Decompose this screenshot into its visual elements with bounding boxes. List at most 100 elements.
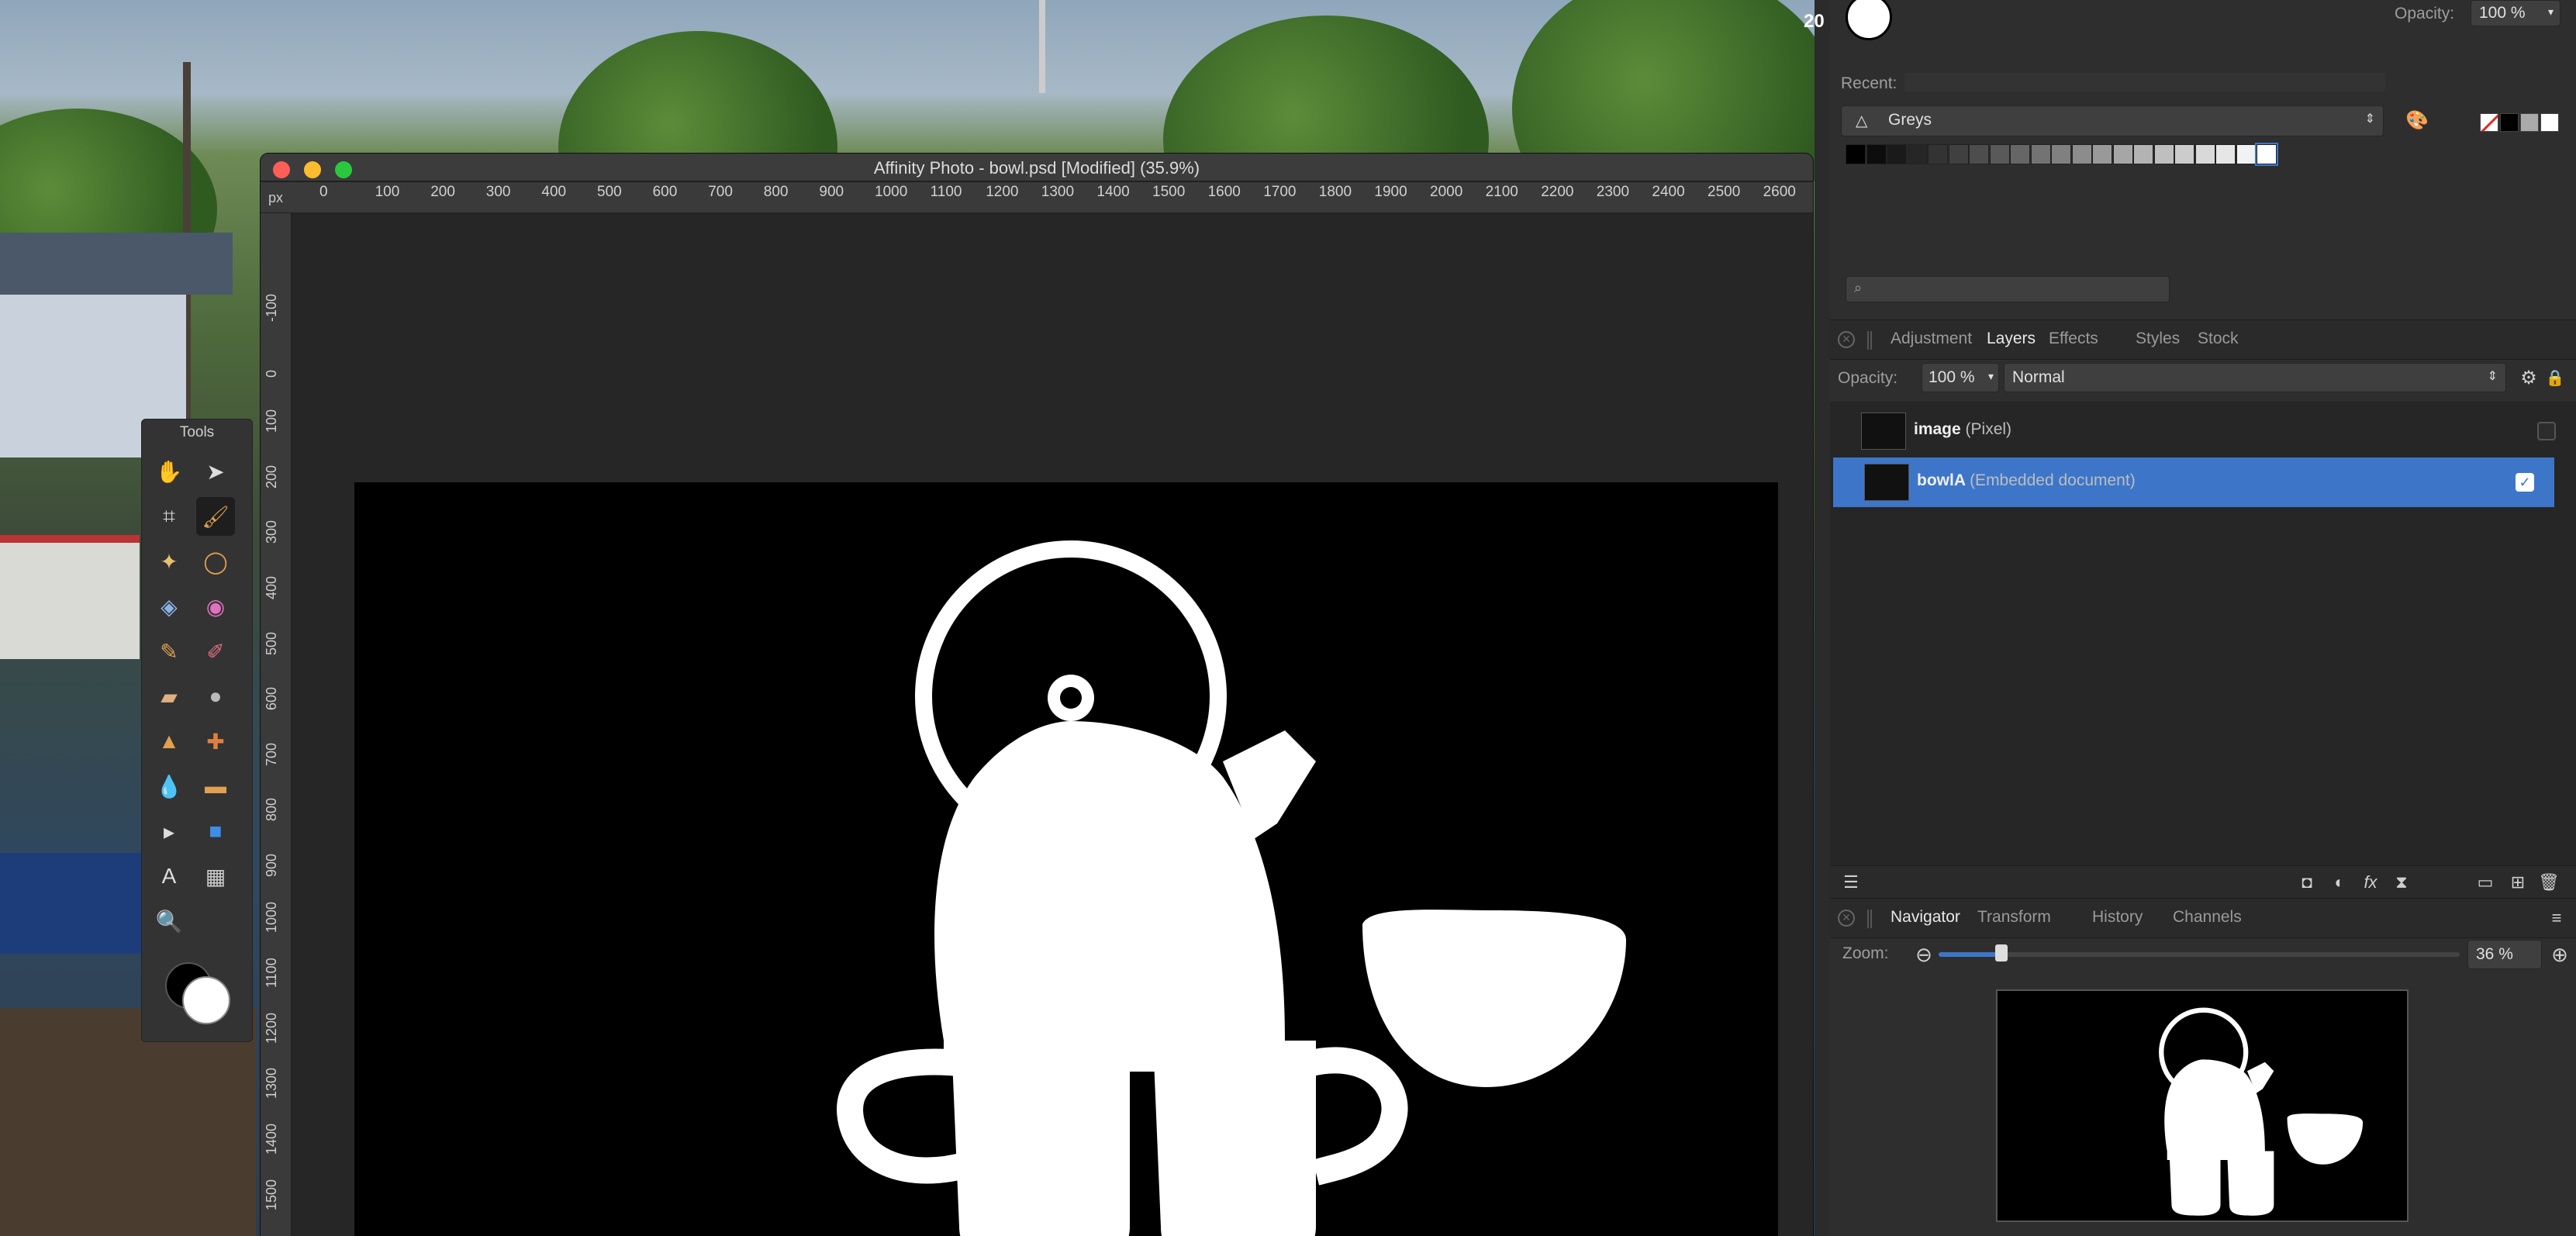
studio-panels: 20 Opacity: 100 % ▾ Recent: △ Greys ⇕ 🎨 …: [1804, 0, 2576, 1236]
burn-brush-icon[interactable]: ●: [196, 677, 235, 716]
color-swatch[interactable]: [2236, 144, 2257, 164]
fill-tool-icon[interactable]: ◈: [150, 587, 188, 626]
tab-transform[interactable]: Transform: [1977, 908, 2051, 927]
ruler-tick-label: 1700: [1263, 184, 1297, 200]
zoom-value: 36 %: [2476, 945, 2513, 963]
zoom-slider[interactable]: [1939, 944, 2460, 962]
gear-icon[interactable]: ⚙: [2517, 366, 2540, 389]
hand-tool-icon[interactable]: ✋: [150, 452, 188, 491]
color-swatch[interactable]: [2153, 144, 2174, 164]
color-swatch[interactable]: [1866, 144, 1887, 164]
layer-row[interactable]: bowlA (Embedded document) ✓: [1833, 457, 2554, 507]
tab-history[interactable]: History: [2092, 908, 2143, 927]
tab-layers[interactable]: Layers: [1987, 330, 2036, 348]
tab-channels[interactable]: Channels: [2173, 908, 2242, 927]
color-swatch[interactable]: [1948, 144, 1969, 164]
color-swatch[interactable]: [1907, 144, 1928, 164]
color-swatch[interactable]: [2112, 144, 2133, 164]
node-tool-icon[interactable]: ▸: [150, 812, 188, 851]
zoom-tool-icon[interactable]: 🔍: [150, 902, 188, 941]
color-swatch[interactable]: [1887, 144, 1907, 164]
color-picker-icon[interactable]: ◉: [196, 587, 235, 626]
tab-stock[interactable]: Stock: [2198, 330, 2239, 348]
tab-effects[interactable]: Effects: [2049, 330, 2098, 348]
crop-tool-icon[interactable]: ⌗: [150, 497, 188, 536]
vertical-ruler[interactable]: -100 0 100 200 300 400 500 600 700 800 900 1000 1100…: [261, 213, 292, 1236]
adjustment-layer-icon[interactable]: ◐: [2328, 871, 2351, 894]
panel-grip-icon[interactable]: [1867, 331, 1872, 350]
panel-grip-icon[interactable]: [1867, 910, 1872, 928]
secondary-color-well[interactable]: [182, 976, 230, 1024]
color-swatch[interactable]: [2255, 143, 2278, 166]
tab-styles[interactable]: Styles: [2136, 330, 2180, 348]
freehand-select-icon[interactable]: ◯: [196, 542, 235, 581]
fx-layer-icon[interactable]: fx: [2359, 871, 2382, 894]
zoom-out-icon[interactable]: ⊖: [1912, 943, 1935, 966]
trash-icon[interactable]: 🗑: [2537, 871, 2560, 894]
color-swatch[interactable]: [1969, 144, 1989, 164]
ruler-tick-label: 1300: [1041, 184, 1075, 200]
layer-row[interactable]: image (Pixel): [1830, 406, 2576, 456]
navigator-preview[interactable]: [1996, 989, 2409, 1222]
palette-options-icon[interactable]: 🎨: [2405, 109, 2429, 132]
tab-navigator[interactable]: Navigator: [1891, 908, 1960, 927]
panel-menu-icon[interactable]: ≡: [2545, 906, 2568, 930]
artboard[interactable]: [354, 482, 1778, 1236]
selection-brush-icon[interactable]: 🖌: [196, 497, 235, 536]
close-panel-icon[interactable]: ✕: [1838, 910, 1855, 927]
color-swatch[interactable]: [1846, 144, 1866, 164]
blur-brush-icon[interactable]: 💧: [150, 767, 188, 806]
layer-visibility-checkbox[interactable]: [2537, 422, 2556, 440]
rectangle-tool-icon[interactable]: ■: [196, 812, 235, 851]
horizontal-ruler[interactable]: px 0 100 200 300 400 500 600 700 800 900 1000 1100 1…: [261, 182, 1813, 213]
color-replacement-icon[interactable]: ✐: [196, 632, 235, 671]
color-swatch[interactable]: [2051, 144, 2071, 164]
clone-brush-icon[interactable]: ▲: [150, 722, 188, 761]
artwork: [837, 540, 1626, 1236]
color-swatch[interactable]: [1928, 144, 1948, 164]
opacity-dropdown[interactable]: 100 % ▾: [2471, 0, 2560, 26]
flood-select-icon[interactable]: ✦: [150, 542, 188, 581]
color-swatch[interactable]: [2030, 144, 2051, 164]
canvas-area[interactable]: [292, 214, 1813, 1236]
white-swatch[interactable]: [2540, 113, 2559, 132]
zoom-slider-thumb[interactable]: [1994, 944, 2008, 962]
move-tool-icon[interactable]: ➤: [196, 452, 235, 491]
tab-adjustment[interactable]: Adjustment: [1891, 330, 1972, 348]
text-tool-icon[interactable]: A: [150, 857, 188, 896]
color-swatch[interactable]: [2174, 144, 2194, 164]
layer-opacity-dropdown[interactable]: 100 % ▾: [1922, 363, 1999, 392]
inpainting-brush-icon[interactable]: ▬: [196, 767, 235, 806]
mask-layer-icon[interactable]: ◘: [2295, 871, 2319, 894]
group-layers-icon[interactable]: ▭: [2474, 871, 2497, 894]
close-panel-icon[interactable]: ✕: [1838, 331, 1855, 348]
zoom-in-icon[interactable]: ⊕: [2548, 943, 2571, 966]
no-color-swatch[interactable]: [2480, 113, 2498, 132]
paint-brush-icon[interactable]: ✎: [150, 632, 188, 671]
grey-swatch[interactable]: [2520, 113, 2539, 132]
color-swatch[interactable]: [2133, 144, 2153, 164]
color-swatch[interactable]: [2092, 144, 2112, 164]
live-filter-icon[interactable]: ⧗: [2390, 871, 2413, 894]
window-titlebar[interactable]: Affinity Photo - bowl.psd [Modified] (35…: [261, 154, 1813, 181]
black-swatch[interactable]: [2500, 113, 2519, 132]
color-swatch[interactable]: [2010, 144, 2030, 164]
add-layer-icon[interactable]: ⊞: [2506, 871, 2529, 894]
palette-dropdown[interactable]: △ Greys ⇕: [1841, 105, 2384, 136]
layers-stack-icon[interactable]: ☰: [1839, 871, 1863, 894]
blend-mode-dropdown[interactable]: Normal ⇕: [2004, 363, 2506, 392]
layer-visibility-checkbox[interactable]: ✓: [2516, 473, 2534, 492]
search-field[interactable]: ⌕: [1846, 276, 2170, 302]
blend-mode-value: Normal: [2012, 368, 2065, 386]
color-swatch[interactable]: [1989, 144, 2010, 164]
left-mug-handle: [837, 1048, 971, 1184]
color-preview[interactable]: [1846, 0, 1892, 40]
color-swatch[interactable]: [2194, 144, 2215, 164]
color-swatch[interactable]: [2215, 144, 2236, 164]
zoom-value-field[interactable]: 36 %: [2467, 940, 2542, 969]
lock-icon[interactable]: 🔒: [2543, 366, 2567, 389]
healing-brush-icon[interactable]: ✚: [196, 722, 235, 761]
color-swatch[interactable]: [2071, 144, 2092, 164]
mesh-warp-icon[interactable]: ▦: [196, 857, 235, 896]
erase-brush-icon[interactable]: ▰: [150, 677, 188, 716]
